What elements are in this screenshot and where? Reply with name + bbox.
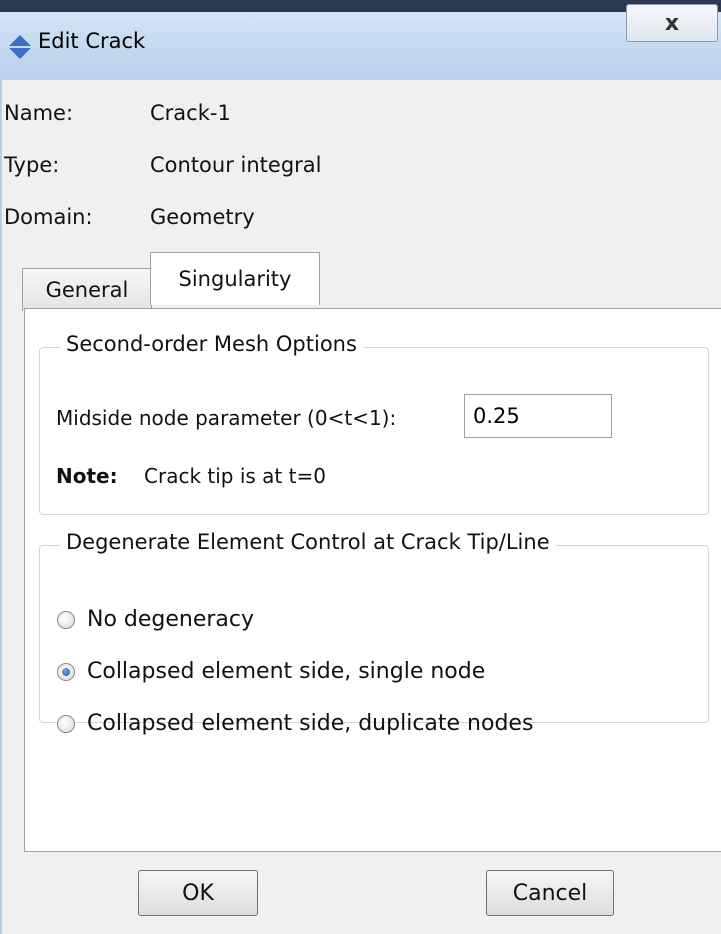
note-label: Note: — [56, 464, 118, 488]
singularity-panel: Second-order Mesh Options Midside node p… — [24, 308, 721, 852]
domain-label: Domain: — [4, 205, 93, 229]
type-row: Type: Contour integral — [4, 150, 322, 180]
radio-button[interactable] — [57, 610, 75, 629]
name-label: Name: — [4, 101, 74, 125]
domain-value: Geometry — [150, 205, 255, 229]
name-row: Name: Crack-1 — [4, 98, 231, 128]
midside-param-label: Midside node parameter (0<t<1): — [56, 406, 397, 430]
close-button[interactable]: x — [626, 4, 718, 42]
domain-row: Domain: Geometry — [4, 202, 255, 232]
mesh-options-title: Second-order Mesh Options — [60, 332, 363, 356]
type-value: Contour integral — [150, 153, 322, 177]
tab-singularity-label: Singularity — [178, 267, 292, 291]
note-text: Crack tip is at t=0 — [144, 464, 326, 488]
radio-button-selected[interactable] — [57, 662, 75, 681]
title-bar: Edit Crack x — [0, 0, 721, 81]
cancel-button-label: Cancel — [512, 880, 588, 906]
radio-button[interactable] — [57, 714, 75, 733]
edit-crack-dialog: Name: Crack-1 Type: Contour integral Dom… — [0, 80, 721, 934]
radio-single-node[interactable]: Collapsed element side, single node — [57, 659, 485, 684]
radio-no-degeneracy[interactable]: No degeneracy — [57, 607, 254, 632]
tab-general[interactable]: General — [22, 268, 152, 311]
radio-duplicate-nodes[interactable]: Collapsed element side, duplicate nodes — [57, 711, 533, 736]
app-icon — [9, 35, 31, 59]
degenerate-control-title: Degenerate Element Control at Crack Tip/… — [60, 530, 556, 554]
window-title: Edit Crack — [38, 29, 146, 53]
close-icon: x — [664, 10, 680, 36]
radio-label: Collapsed element side, duplicate nodes — [87, 711, 534, 736]
ok-button-label: OK — [182, 880, 214, 906]
mesh-options-group: Second-order Mesh Options Midside node p… — [39, 332, 709, 515]
radio-label: Collapsed element side, single node — [87, 659, 486, 684]
tab-singularity[interactable]: Singularity — [150, 252, 320, 305]
ok-button[interactable]: OK — [138, 870, 258, 916]
tab-general-label: General — [45, 278, 129, 302]
title-bar-edge — [0, 0, 721, 12]
degenerate-control-group: Degenerate Element Control at Crack Tip/… — [39, 530, 709, 723]
type-label: Type: — [4, 153, 60, 177]
name-value: Crack-1 — [150, 101, 231, 125]
midside-param-input[interactable] — [464, 394, 612, 438]
cancel-button[interactable]: Cancel — [486, 870, 614, 916]
radio-label: No degeneracy — [87, 607, 255, 632]
